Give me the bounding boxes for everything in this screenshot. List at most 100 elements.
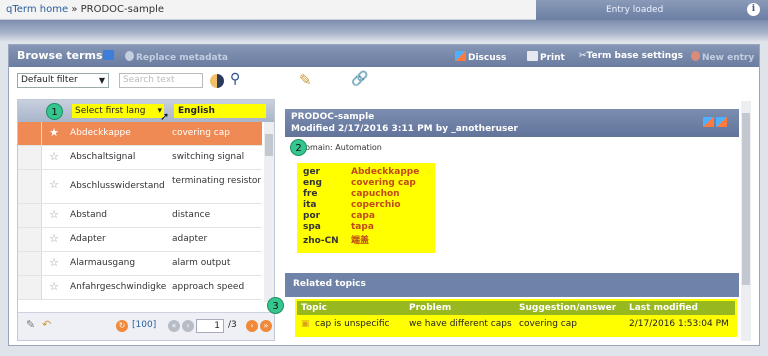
target-language-header[interactable]: English <box>174 104 266 118</box>
star-icon[interactable]: ★ <box>42 122 66 145</box>
records-per-page[interactable]: [100] <box>132 320 156 330</box>
star-icon[interactable]: ☆ <box>42 228 66 251</box>
table-row[interactable]: ☆ Abschaltsignal switching signal <box>18 146 262 170</box>
table-row[interactable]: ▣ cap is unspecific we have different ca… <box>297 317 735 331</box>
term-value[interactable]: tapa <box>351 222 374 232</box>
language-code: ita <box>303 200 317 210</box>
term-row: por capa <box>303 211 429 222</box>
entry-title: PRODOC-sample <box>291 112 375 122</box>
refresh-icon[interactable]: ↻ <box>116 320 128 332</box>
theme-toggle-icon[interactable] <box>210 74 224 88</box>
related-topics-header: Related topics <box>285 273 739 297</box>
toolbar: Default filter ▼ Search text ⚲ ✎ 🔗 <box>9 67 759 97</box>
term-row: zho-CN 端盖 <box>303 233 429 246</box>
table-row[interactable]: ☆ Abstand distance <box>18 204 262 228</box>
topic-icon: ▣ <box>301 319 310 329</box>
info-icon[interactable]: i <box>747 3 760 16</box>
target-term: switching signal <box>172 152 245 162</box>
source-term: Abdeckkappe <box>70 128 131 138</box>
tools-icon[interactable]: ✎ <box>26 318 35 331</box>
last-page-icon[interactable]: » <box>260 320 272 332</box>
browse-terms-panel: Browse terms Replace metadata Discuss Pr… <box>8 44 760 346</box>
scrollbar-thumb[interactable] <box>742 113 750 285</box>
entry-domain: Domain: Automation <box>299 143 382 152</box>
language-code: ger <box>303 167 320 177</box>
source-language-select[interactable]: Select first lang ▾ <box>72 104 164 118</box>
replace-metadata-button[interactable]: Replace metadata <box>125 51 228 63</box>
language-code: por <box>303 211 321 221</box>
breadcrumb-separator: » <box>71 4 78 15</box>
grid-scrollbar[interactable] <box>264 122 274 302</box>
language-code: eng <box>303 178 322 188</box>
related-topics-table-header: Topic Problem Suggestion/answer Last mod… <box>297 301 735 315</box>
table-row[interactable]: ☆ Anfahrgeschwindigkeit approach speed <box>18 276 262 300</box>
table-row[interactable]: ☆ Abschlusswiderstand terminating resist… <box>18 170 262 204</box>
row-marker <box>18 252 42 275</box>
suggestion-column-header[interactable]: Suggestion/answer <box>519 303 616 313</box>
discuss-button[interactable]: Discuss <box>455 51 506 63</box>
header-band <box>0 20 768 42</box>
discuss-icon <box>455 51 466 61</box>
detail-scrollbar[interactable] <box>741 101 751 341</box>
topic-cell[interactable]: cap is unspecific <box>315 319 407 329</box>
link-icon[interactable]: 🔗 <box>351 71 368 87</box>
new-entry-button[interactable]: New entry <box>691 51 754 63</box>
term-value[interactable]: coperchio <box>351 200 401 210</box>
edit-icon[interactable]: ✎ <box>299 71 312 89</box>
star-icon[interactable]: ☆ <box>42 204 66 227</box>
source-term: Adapter <box>70 234 106 244</box>
source-term: Anfahrgeschwindigkeit <box>70 282 166 292</box>
print-button[interactable]: Print <box>527 51 565 63</box>
language-code: zho-CN <box>303 236 339 246</box>
language-code: fre <box>303 189 318 199</box>
term-value[interactable]: capa <box>351 211 375 221</box>
table-row[interactable]: ★ Abdeckkappe covering cap <box>18 122 262 146</box>
related-topics-table: Topic Problem Suggestion/answer Last mod… <box>295 299 737 337</box>
wrench-icon: ✂ <box>579 51 587 61</box>
term-value[interactable]: capuchon <box>351 189 400 199</box>
step-badge-2: 2 <box>290 139 307 156</box>
table-row[interactable]: ☆ Alarmausgang alarm output <box>18 252 262 276</box>
target-term: adapter <box>172 234 208 244</box>
entry-detail: PRODOC-sample Modified 2/17/2016 3:11 PM… <box>285 101 751 341</box>
discuss-icon[interactable] <box>703 117 729 130</box>
last-modified-column-header[interactable]: Last modified <box>629 303 698 313</box>
row-marker <box>18 146 42 169</box>
term-value[interactable]: covering cap <box>351 178 416 188</box>
filter-select[interactable]: Default filter ▼ <box>17 73 109 88</box>
term-value[interactable]: 端盖 <box>351 236 369 246</box>
filter-value: Default filter <box>21 75 78 85</box>
term-value[interactable]: Abdeckkappe <box>351 167 419 177</box>
star-icon[interactable]: ☆ <box>42 170 66 203</box>
table-row[interactable]: ☆ Adapter adapter <box>18 228 262 252</box>
prev-page-icon[interactable]: ‹ <box>182 320 194 332</box>
term-row: eng covering cap <box>303 178 429 189</box>
search-icon[interactable]: ⚲ <box>230 71 240 87</box>
print-icon <box>527 51 538 61</box>
row-marker <box>18 204 42 227</box>
new-entry-label: New entry <box>702 53 755 63</box>
step-badge-1: 1 <box>46 103 63 120</box>
star-icon[interactable]: ☆ <box>42 146 66 169</box>
star-icon[interactable]: ☆ <box>42 252 66 275</box>
home-link[interactable]: qTerm home <box>6 4 68 15</box>
language-code: spa <box>303 222 321 232</box>
term-row: spa tapa <box>303 222 429 233</box>
topic-column-header[interactable]: Topic <box>301 303 327 313</box>
term-base-settings-button[interactable]: ✂Term base settings <box>579 51 683 61</box>
scrollbar-thumb[interactable] <box>265 134 273 156</box>
first-page-icon[interactable]: « <box>168 320 180 332</box>
row-marker <box>18 276 42 299</box>
suggestion-cell: covering cap <box>519 319 577 329</box>
page-count: /3 <box>228 320 237 330</box>
problem-cell: we have different caps <box>409 319 512 329</box>
problem-column-header[interactable]: Problem <box>409 303 451 313</box>
page-input[interactable]: 1 <box>196 319 224 333</box>
star-icon[interactable]: ☆ <box>42 276 66 299</box>
next-page-icon[interactable]: › <box>246 320 258 332</box>
users-icon[interactable] <box>103 50 116 62</box>
search-input[interactable]: Search text <box>119 73 203 88</box>
step-badge-3: 3 <box>267 297 284 314</box>
panel-title: Browse terms <box>17 49 103 62</box>
undo-icon[interactable]: ↶ <box>42 318 51 331</box>
